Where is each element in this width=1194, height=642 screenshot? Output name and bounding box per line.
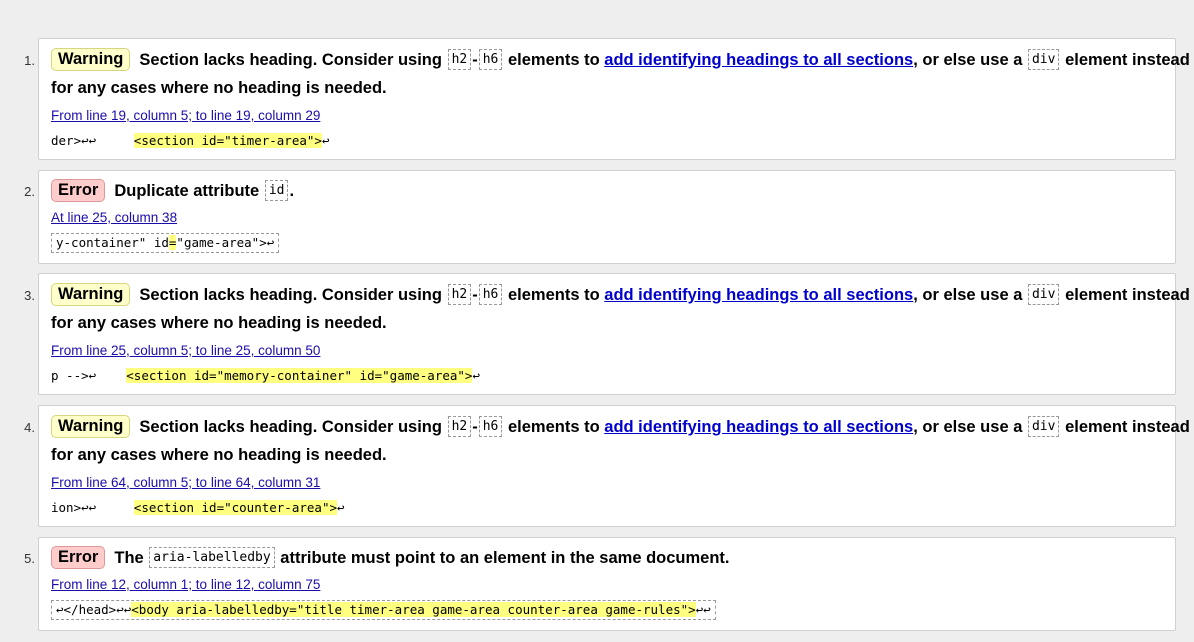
code-h2: h2 <box>447 416 472 437</box>
extract-text: der>↩↩ <box>51 133 134 148</box>
message-text: Error Duplicate attribute id. <box>51 176 1167 206</box>
message-text-part: Section lacks heading. Consider using <box>139 51 442 69</box>
code-extract: der>↩↩ <section id="timer-area">↩ <box>51 132 329 150</box>
sep: - <box>472 418 478 436</box>
warning-badge: Warning <box>51 283 131 306</box>
extract-highlight: <section id="timer-area"> <box>133 133 322 148</box>
message-text-part: element instead <box>1065 418 1190 436</box>
message-text-part: Duplicate attribute <box>114 182 260 200</box>
message-number: 5. <box>24 551 35 566</box>
message-text-part: attribute must point to an element in th… <box>280 549 730 567</box>
code-extract: y-container" id="game-area">↩ <box>51 233 280 253</box>
message-text-part: Section lacks heading. Consider using <box>139 418 442 436</box>
headings-link[interactable]: add identifying headings to all sections <box>604 286 913 304</box>
code-div: div <box>1027 416 1060 437</box>
code-div: div <box>1027 49 1060 70</box>
location-link[interactable]: From line 64, column 5; to line 64, colu… <box>51 475 320 490</box>
message-number: 4. <box>24 420 35 435</box>
extract-text: p -->↩ <box>51 368 127 383</box>
sep: - <box>472 51 478 69</box>
message-text-part: Section lacks heading. Consider using <box>139 286 442 304</box>
message-number: 2. <box>24 184 35 199</box>
extract-highlight: <section id="counter-area"> <box>133 500 337 515</box>
extract-text: ↩↩ <box>695 602 711 617</box>
code-div: div <box>1027 284 1060 305</box>
sep: - <box>472 286 478 304</box>
message-1: 1. Warning Section lacks heading. Conside… <box>24 38 1190 160</box>
extract-text: ↩</head>↩↩ <box>56 602 132 617</box>
message-3: 3. Warning Section lacks heading. Conside… <box>24 273 1190 395</box>
message-text-part: , or else use a <box>913 286 1023 304</box>
message-text-part: element instead <box>1065 51 1190 69</box>
location-link[interactable]: From line 19, column 5; to line 19, colu… <box>51 108 320 123</box>
message-text-part: . <box>289 182 295 200</box>
message-4: 4. Warning Section lacks heading. Conside… <box>24 405 1190 527</box>
code-h6: h6 <box>478 49 503 70</box>
message-text-part: elements to <box>507 286 600 304</box>
message-text-part: , or else use a <box>913 51 1023 69</box>
code-aria-labelledby: aria-labelledby <box>149 547 275 568</box>
message-text-line2: for any cases where no heading is needed… <box>51 446 387 464</box>
extract-text: ion>↩↩ <box>51 500 134 515</box>
message-text-part: element instead <box>1065 286 1190 304</box>
message-text: Warning Section lacks heading. Consider u… <box>51 45 1190 75</box>
extract-text: ↩ <box>472 368 480 383</box>
code-h2: h2 <box>447 284 472 305</box>
message-text-part: , or else use a <box>913 418 1023 436</box>
message-text: Warning Section lacks heading. Consider u… <box>51 412 1190 442</box>
message-text: Error The aria-labelledby attribute must … <box>51 543 1167 573</box>
message-text-line2: for any cases where no heading is needed… <box>51 314 387 332</box>
message-number: 1. <box>24 53 35 68</box>
code-extract: ion>↩↩ <section id="counter-area">↩ <box>51 499 345 517</box>
code-h6: h6 <box>478 416 503 437</box>
location-link[interactable]: At line 25, column 38 <box>51 210 177 225</box>
message-text: Warning Section lacks heading. Consider u… <box>51 280 1190 310</box>
extract-text: y-container" id <box>56 235 169 250</box>
code-extract: p -->↩ <section id="memory-container" id… <box>51 367 480 385</box>
headings-link[interactable]: add identifying headings to all sections <box>604 51 913 69</box>
location-link[interactable]: From line 12, column 1; to line 12, colu… <box>51 577 320 592</box>
warning-badge: Warning <box>51 415 131 438</box>
message-text-line2: for any cases where no heading is needed… <box>51 79 387 97</box>
code-id: id <box>264 180 289 201</box>
error-badge: Error <box>51 179 106 202</box>
location-link[interactable]: From line 25, column 5; to line 25, colu… <box>51 343 320 358</box>
headings-link[interactable]: add identifying headings to all sections <box>604 418 913 436</box>
error-badge: Error <box>51 546 106 569</box>
code-extract: ↩</head>↩↩<body aria-labelledby="title t… <box>51 600 716 620</box>
message-5: 5. Error The aria-labelledby attribute mu… <box>24 537 1176 631</box>
extract-text: ↩ <box>337 500 345 515</box>
code-h2: h2 <box>447 49 472 70</box>
extract-highlight: <body aria-labelledby="title timer-area … <box>131 602 696 617</box>
extract-text: "game-area">↩ <box>176 235 275 250</box>
extract-text: ↩ <box>321 133 330 148</box>
message-number: 3. <box>24 288 35 303</box>
message-text-part: elements to <box>507 418 600 436</box>
message-text-part: elements to <box>507 51 600 69</box>
message-2: 2. Error Duplicate attribute id. At line … <box>24 170 1176 264</box>
message-text-part: The <box>114 549 144 567</box>
extract-highlight: <section id="memory-container" id="game-… <box>126 368 473 383</box>
validator-results: 1. Warning Section lacks heading. Conside… <box>0 0 1194 642</box>
warning-badge: Warning <box>51 48 131 71</box>
code-h6: h6 <box>478 284 503 305</box>
